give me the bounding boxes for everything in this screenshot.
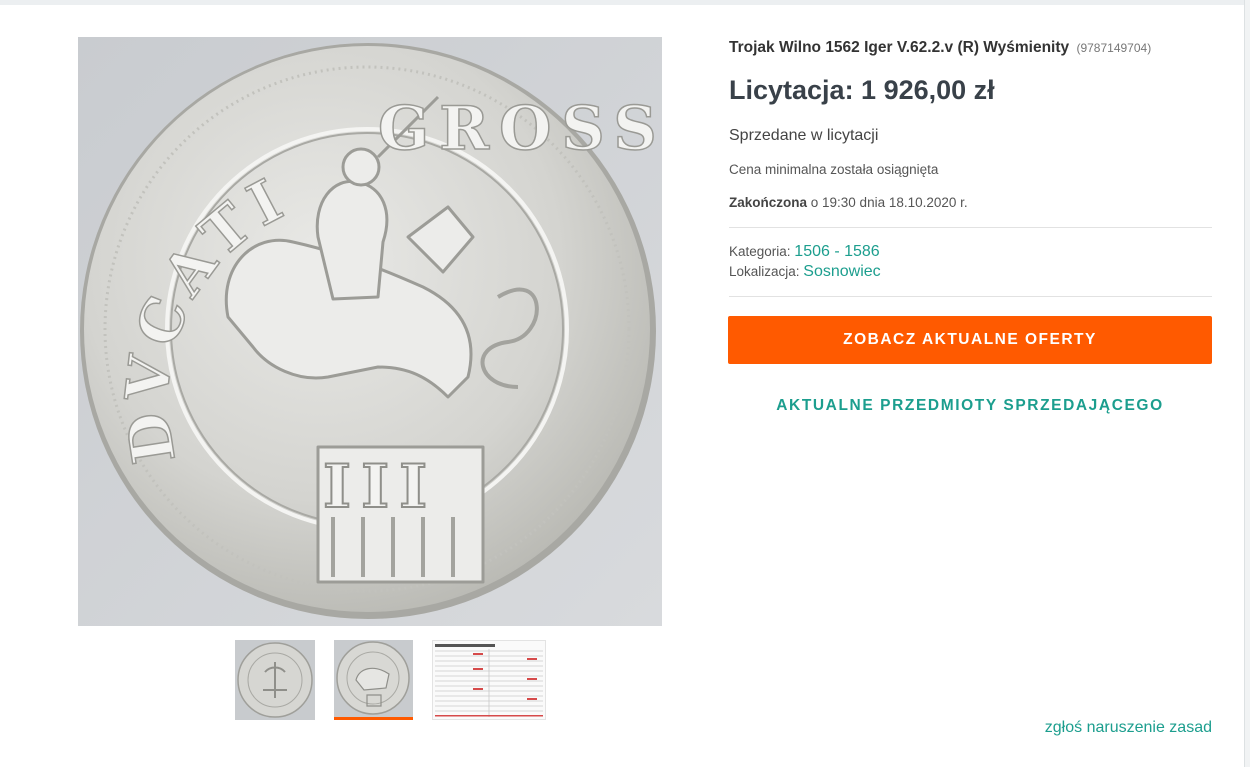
category-link[interactable]: 1506 - 1586 [794, 243, 879, 260]
divider [729, 296, 1212, 297]
main-product-image[interactable]: DVCATI GROSS III [78, 37, 662, 626]
divider [729, 227, 1212, 228]
coin-legend-top: GROSS [378, 94, 662, 164]
thumbnail-coin-obverse[interactable] [334, 640, 413, 720]
location-link[interactable]: Sosnowiec [803, 263, 880, 280]
min-price-status: Cena minimalna została osiągnięta [729, 162, 939, 177]
coin-denomination: III [323, 452, 437, 522]
location-row: Lokalizacja: Sosnowiec [729, 263, 881, 281]
category-row: Kategoria: 1506 - 1586 [729, 243, 880, 261]
category-label: Kategoria: [729, 244, 795, 259]
sold-status: Sprzedane w licytacji [729, 127, 879, 144]
top-bar [0, 0, 1250, 5]
ended-label: Zakończona [729, 195, 808, 210]
item-title: Trojak Wilno 1562 Iger V.62.2.v (R) Wyśm… [729, 39, 1151, 57]
seller-items-link[interactable]: AKTUALNE PRZEDMIOTY SPRZEDAJĄCEGO [728, 397, 1212, 415]
report-violation-link[interactable]: zgłoś naruszenie zasad [1045, 719, 1212, 737]
scrollbar[interactable] [1244, 0, 1250, 767]
see-current-offers-button[interactable]: ZOBACZ AKTUALNE OFERTY [728, 316, 1212, 364]
thumbnail-catalog-table[interactable] [432, 640, 546, 720]
location-label: Lokalizacja: [729, 264, 804, 279]
auction-price: Licytacja: 1 926,00 zł [729, 75, 995, 105]
auction-end-info: Zakończona o 19:30 dnia 18.10.2020 r. [729, 195, 968, 210]
item-id: (9787149704) [1076, 41, 1152, 55]
ended-datetime: o 19:30 dnia 18.10.2020 r. [807, 195, 968, 210]
item-title-text: Trojak Wilno 1562 Iger V.62.2.v (R) Wyśm… [729, 39, 1070, 56]
thumbnail-coin-reverse[interactable] [235, 640, 315, 720]
